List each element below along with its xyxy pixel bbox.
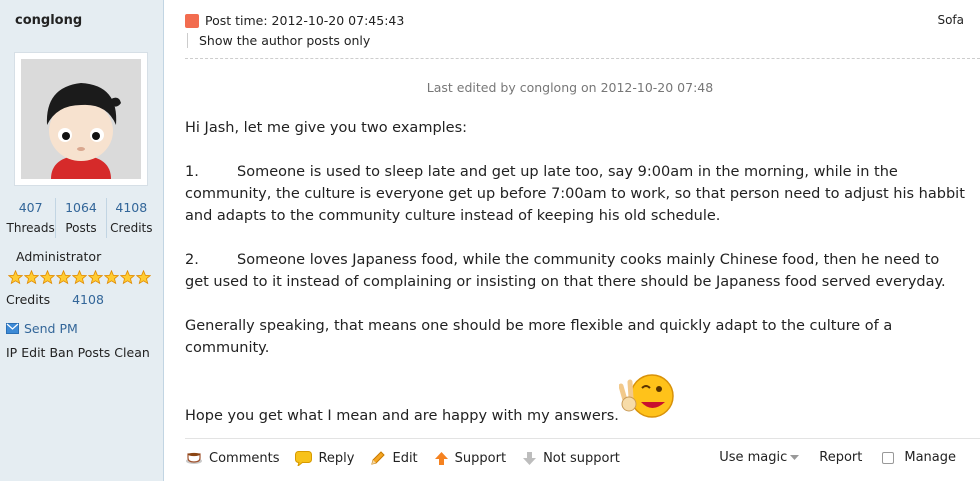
list-text: Someone is used to sleep late and get up… [185,164,965,224]
credits-row: Credits 4108 [6,292,104,307]
rank-stars [8,270,151,285]
manage-checkbox[interactable] [882,451,895,464]
admin-link-ip[interactable]: IP [6,345,17,360]
avatar-frame[interactable] [14,52,148,186]
credits-label: Credits [6,292,51,307]
report-link[interactable]: Report [819,450,862,465]
speech-bubble-icon [295,450,313,466]
post-closing-wrap: Hope you get what I mean and are happy w… [185,405,965,427]
post-item-1: 1. Someone is used to sleep late and get … [185,161,965,227]
star-icon [56,270,71,285]
stat-threads[interactable]: 407 Threads [6,198,57,238]
post-actions: Comments Reply Edit Support Not support [185,450,636,466]
support-label: Support [454,450,507,466]
comments-label: Comments [209,450,280,466]
not-support-button[interactable]: Not support [522,451,620,466]
coffee-cup-icon [186,452,202,464]
comments-button[interactable]: Comments [185,451,279,466]
stat-label: Credits [110,221,153,235]
use-magic-menu[interactable]: Use magic [719,450,800,465]
arrow-down-icon [523,451,537,465]
edit-label: Edit [392,450,418,466]
avatar [21,59,141,179]
admin-links: IP Edit Ban Posts Clean [6,345,150,360]
stat-label: Threads [6,221,55,235]
user-role[interactable]: Administrator [16,249,101,264]
dropdown-arrow-icon [790,454,800,460]
footer-divider [185,438,980,439]
star-icon [40,270,55,285]
reply-label: Reply [318,450,355,466]
author-online-icon [185,14,199,28]
reply-button[interactable]: Reply [295,450,355,466]
stat-number: 1064 [65,200,97,215]
stat-label: Posts [65,221,97,235]
post-time: Post time: 2012-10-20 07:45:43 [205,13,405,28]
edit-notice: Last edited by conglong on 2012-10-20 07… [426,80,714,95]
admin-link-clean[interactable]: Clean [114,345,149,360]
author-name[interactable]: conglong [15,13,82,28]
post-content: Hi Jash, let me give you two examples: 1… [185,117,965,359]
not-support-label: Not support [543,450,620,466]
star-icon [72,270,87,285]
admin-link-ban[interactable]: Ban [49,345,73,360]
send-pm-label: Send PM [24,321,78,336]
post-greeting: Hi Jash, let me give you two examples: [185,120,468,136]
stat-number: 4108 [115,200,148,215]
manage-control[interactable]: Manage [882,450,956,465]
admin-link-edit[interactable]: Edit [21,345,45,360]
star-icon [8,270,23,285]
star-icon [120,270,135,285]
post-summary: Generally speaking, that means one shoul… [185,318,893,356]
envelope-icon [6,323,19,334]
post-tools: Use magic Report Manage [699,450,956,465]
edit-button[interactable]: Edit [370,450,418,466]
author-only-link[interactable]: Show the author posts only [187,33,370,48]
support-button[interactable]: Support [434,451,506,466]
post-closing: Hope you get what I mean and are happy w… [185,408,619,424]
header-divider [185,58,980,59]
post-item-2: 2. Someone loves Japaness food, while the… [185,249,965,293]
star-icon [24,270,39,285]
star-icon [104,270,119,285]
victory-smiley-icon [619,374,674,418]
list-number: 2. [185,252,199,268]
use-magic-label: Use magic [719,450,788,465]
admin-link-posts[interactable]: Posts [78,345,111,360]
floor-label[interactable]: Sofa [937,13,964,27]
list-number: 1. [185,164,199,180]
stat-number: 407 [18,200,43,215]
star-icon [88,270,103,285]
stat-posts[interactable]: 1064 Posts [56,198,107,238]
author-stats: 407 Threads 1064 Posts 4108 Credits [6,198,156,238]
author-sidebar: conglong 407 Threads 1064 Posts 4108 Cre… [0,0,164,481]
stat-credits[interactable]: 4108 Credits [107,198,156,238]
credits-value: 4108 [72,292,104,307]
list-text: Someone loves Japaness food, while the c… [185,252,946,290]
post-main: Post time: 2012-10-20 07:45:43 Show the … [165,0,980,481]
arrow-up-icon [434,451,448,465]
send-pm-link[interactable]: Send PM [6,321,78,336]
pencil-icon [371,451,386,465]
manage-label: Manage [904,450,956,465]
star-icon [136,270,151,285]
